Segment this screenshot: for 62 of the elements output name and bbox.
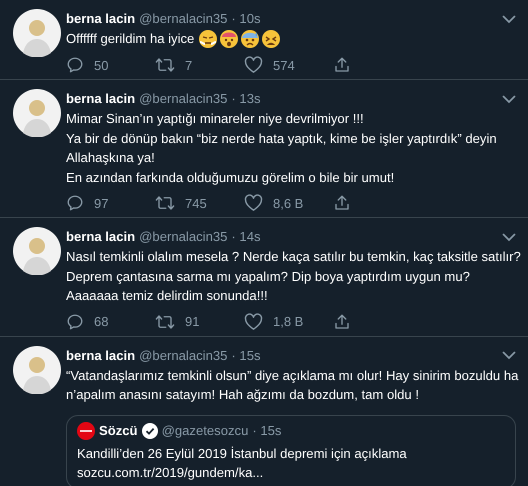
tweet-text: “Vatandaşlarımız temkinli olsun” diye açıklama mı olur! Hay sinirim bozuldu ha bbox=[66, 366, 518, 385]
tweet-time[interactable]: · 14s bbox=[231, 227, 261, 247]
caret-icon[interactable] bbox=[502, 14, 516, 24]
caret-icon[interactable] bbox=[502, 351, 516, 360]
tweet-text: Nasıl temkinli olalım mesela ? Nerde kaça satılır bu temkin, kaç taksitle satılır? bbox=[66, 248, 521, 266]
quoted-tweet[interactable]: Sözcü @gazetesozcu · 15s Kandilli’den 26 Eylül 2019 İstanbul depremi için açıklama sozcu.com.tr/2019/gundem/ka... bbox=[66, 414, 516, 486]
tweet-text: n’apalım anasını satayım! Hah ağzımı da bozdum, tam oldu ! bbox=[66, 386, 419, 404]
avatar-icon[interactable] bbox=[13, 89, 61, 137]
tweet-text: Deprem çantasına sarma mı yapalım? Dip boya yaptırdım uygun mu? bbox=[66, 268, 470, 286]
author-name[interactable]: berna lacin bbox=[66, 89, 136, 109]
tweet-text: En azından farkında olduğumuzu görelim o bile bir umut! bbox=[66, 168, 394, 187]
avatar-icon[interactable] bbox=[13, 346, 61, 394]
author-name[interactable]: berna lacin bbox=[66, 9, 136, 29]
retweet-count: 7 bbox=[185, 58, 192, 72]
heart-icon[interactable] bbox=[244, 194, 263, 212]
replie-count: 68 bbox=[94, 314, 108, 329]
tweet-text: Ya bir de dönüp bakın “biz nerde hata yaptık, kime be işler yaptırdık” deyin bbox=[66, 130, 497, 148]
steam-face-icon bbox=[198, 29, 218, 49]
tweet-text: Offffff gerildim ha iyice bbox=[66, 30, 194, 48]
retweet-count: 745 bbox=[185, 196, 207, 210]
exploding-head-icon bbox=[219, 29, 240, 49]
share-icon[interactable] bbox=[333, 194, 351, 212]
heart-icon[interactable] bbox=[244, 56, 263, 74]
reply-icon[interactable] bbox=[66, 194, 84, 212]
retweet-count: 91 bbox=[185, 314, 200, 329]
caret-icon[interactable] bbox=[502, 94, 516, 104]
tweet-text: Allahaşkına ya! bbox=[66, 149, 155, 167]
author-handle[interactable]: @bernalacin35 bbox=[139, 227, 228, 247]
avatar-icon[interactable] bbox=[13, 227, 61, 275]
author-handle[interactable]: @bernalacin35 bbox=[139, 9, 228, 29]
retweet-icon[interactable] bbox=[155, 312, 175, 330]
author-name[interactable]: berna lacin bbox=[66, 227, 136, 247]
tweet-time: · 15s bbox=[252, 422, 282, 440]
like-count: 1,8 B bbox=[273, 314, 304, 329]
author-handle[interactable]: @bernalacin35 bbox=[139, 346, 228, 366]
share-icon[interactable] bbox=[333, 56, 351, 74]
avatar-icon[interactable] bbox=[13, 9, 61, 57]
retweet-icon[interactable] bbox=[155, 194, 175, 212]
caret-icon[interactable] bbox=[502, 232, 516, 242]
author-name[interactable]: Sözcü bbox=[99, 420, 138, 440]
logo-icon bbox=[77, 422, 95, 440]
tweet-text: Aaaaaaa temiz delirdim sonunda!!! bbox=[66, 287, 268, 305]
author-handle: @gazetesozcu bbox=[162, 422, 248, 440]
tweet-time[interactable]: · 15s bbox=[231, 346, 261, 366]
replie-count: 97 bbox=[94, 196, 108, 210]
tired-face-icon bbox=[261, 29, 282, 49]
quoted-text: sozcu.com.tr/2019/gundem/ka... bbox=[77, 464, 264, 482]
author-handle[interactable]: @bernalacin35 bbox=[139, 89, 228, 109]
tweet-time[interactable]: · 10s bbox=[231, 9, 261, 29]
author-name[interactable]: berna lacin bbox=[66, 346, 136, 366]
quoted-text: Kandilli’den 26 Eylül 2019 İstanbul depremi için açıklama bbox=[77, 444, 407, 463]
anxious-face-icon bbox=[240, 29, 260, 49]
retweet-icon[interactable] bbox=[155, 56, 175, 74]
tweet-time[interactable]: · 13s bbox=[231, 89, 261, 109]
tweet-text: Mimar Sinan’ın yaptığı minareler niye devrilmiyor !!! bbox=[66, 110, 364, 128]
like-count: 574 bbox=[273, 58, 295, 72]
share-icon[interactable] bbox=[333, 312, 351, 330]
like-count: 8,6 B bbox=[273, 196, 304, 210]
reply-icon[interactable] bbox=[66, 312, 84, 330]
heart-icon[interactable] bbox=[244, 312, 263, 330]
replie-count: 50 bbox=[94, 58, 108, 72]
reply-icon[interactable] bbox=[66, 56, 84, 74]
